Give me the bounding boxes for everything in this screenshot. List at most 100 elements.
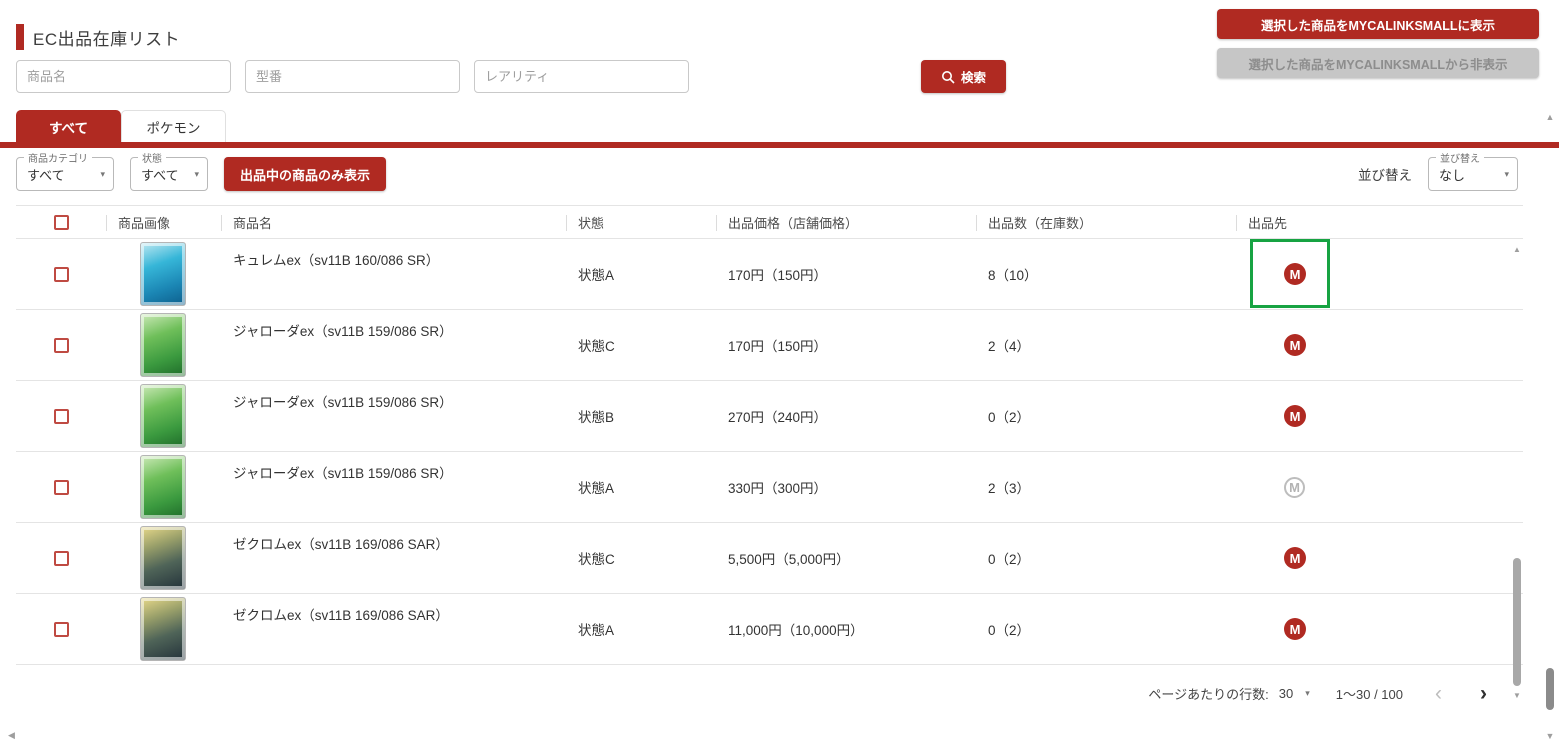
- card-thumbnail: [140, 455, 186, 519]
- next-page-button[interactable]: ›: [1474, 683, 1493, 704]
- column-header-condition: 状態: [566, 206, 716, 238]
- product-price: 11,000円（10,000円）: [716, 594, 976, 664]
- chevron-down-icon: ▾: [194, 169, 199, 180]
- row-checkbox-cell: [16, 523, 106, 593]
- table-scrollbar-thumb[interactable]: [1513, 558, 1521, 686]
- rows-per-page-label: ページあたりの行数:: [1148, 684, 1268, 703]
- card-thumbnail: [140, 242, 186, 306]
- condition-select[interactable]: 状態 すべて ▾: [130, 157, 208, 191]
- listed-only-button[interactable]: 出品中の商品のみ表示: [224, 157, 386, 191]
- table-header-checkbox-cell: [16, 206, 106, 238]
- product-name-input[interactable]: [16, 60, 231, 93]
- condition-select-value: すべて: [141, 165, 179, 184]
- table-body: キュレムex（sv11B 160/086 SR） 状態A 170円（150円） …: [16, 239, 1523, 665]
- scroll-up-icon[interactable]: ▲: [1543, 112, 1557, 122]
- card-thumbnail: [140, 384, 186, 448]
- row-image-cell: [106, 310, 221, 380]
- table-header-row: 商品画像 商品名 状態 出品価格（店舗価格） 出品数（在庫数） 出品先: [16, 205, 1523, 239]
- page-scrollbar: ▲ ▼: [1543, 0, 1557, 747]
- product-name: ジャローダex（sv11B 159/086 SR）: [221, 310, 566, 380]
- page-range-text: 1〜30 / 100: [1336, 684, 1403, 703]
- product-quantity: 0（2）: [976, 381, 1236, 451]
- product-name: ゼクロムex（sv11B 169/086 SAR）: [221, 594, 566, 664]
- hide-from-mall-button[interactable]: 選択した商品をMYCALINKSMALLから非表示: [1217, 48, 1539, 78]
- destination-cell: M: [1236, 310, 1523, 380]
- product-price: 270円（240円）: [716, 381, 976, 451]
- tab-all[interactable]: すべて: [16, 110, 121, 142]
- column-header-price: 出品価格（店舗価格）: [716, 206, 976, 238]
- scroll-left-icon[interactable]: ◀: [8, 730, 15, 741]
- row-checkbox[interactable]: [54, 409, 69, 424]
- rows-per-page: ページあたりの行数: 30 ▾: [1148, 684, 1309, 703]
- product-price: 170円（150円）: [716, 310, 976, 380]
- row-image-cell: [106, 239, 221, 309]
- column-header-destination: 出品先: [1236, 206, 1523, 238]
- sort-select[interactable]: 並び替え なし ▾: [1428, 157, 1518, 191]
- table-row: ゼクロムex（sv11B 169/086 SAR） 状態A 11,000円（10…: [16, 594, 1523, 665]
- select-all-checkbox[interactable]: [54, 215, 69, 230]
- column-header-image: 商品画像: [106, 206, 221, 238]
- product-condition: 状態A: [566, 452, 716, 522]
- destination-cell: M: [1236, 239, 1523, 309]
- destination-badge[interactable]: M: [1284, 405, 1306, 427]
- product-price: 170円（150円）: [716, 239, 976, 309]
- destination-badge[interactable]: M: [1284, 263, 1306, 285]
- header-actions: 選択した商品をMYCALINKSMALLに表示 選択した商品をMYCALINKS…: [1217, 9, 1539, 78]
- row-image-cell: [106, 452, 221, 522]
- product-condition: 状態A: [566, 594, 716, 664]
- card-thumbnail: [140, 597, 186, 661]
- table-row: ジャローダex（sv11B 159/086 SR） 状態A 330円（300円）…: [16, 452, 1523, 523]
- row-image-cell: [106, 381, 221, 451]
- page-scrollbar-thumb[interactable]: [1546, 668, 1554, 710]
- row-checkbox[interactable]: [54, 267, 69, 282]
- category-tabs: すべて ポケモン: [16, 110, 226, 142]
- destination-badge[interactable]: M: [1284, 334, 1306, 356]
- scroll-down-icon[interactable]: ▼: [1543, 731, 1557, 741]
- chevron-down-icon: ▾: [100, 169, 105, 180]
- row-checkbox[interactable]: [54, 551, 69, 566]
- product-name: キュレムex（sv11B 160/086 SR）: [221, 239, 566, 309]
- previous-page-button[interactable]: ‹: [1429, 683, 1448, 704]
- tab-pokemon[interactable]: ポケモン: [121, 110, 226, 142]
- row-checkbox[interactable]: [54, 338, 69, 353]
- page-title: EC出品在庫リスト: [33, 25, 180, 50]
- title-accent-bar: [16, 24, 24, 50]
- search-button-label: 検索: [961, 67, 986, 86]
- sort-text: 並び替え: [1358, 164, 1412, 184]
- column-header-name: 商品名: [221, 206, 566, 238]
- product-price: 330円（300円）: [716, 452, 976, 522]
- product-condition: 状態A: [566, 239, 716, 309]
- search-icon: [941, 70, 955, 84]
- product-quantity: 2（4）: [976, 310, 1236, 380]
- condition-select-label: 状態: [138, 150, 166, 165]
- product-condition: 状態C: [566, 310, 716, 380]
- chevron-down-icon: ▾: [1504, 169, 1509, 180]
- show-on-mall-button[interactable]: 選択した商品をMYCALINKSMALLに表示: [1217, 9, 1539, 39]
- rows-per-page-select[interactable]: 30 ▾: [1279, 686, 1310, 701]
- rarity-input[interactable]: [474, 60, 689, 93]
- search-button[interactable]: 検索: [921, 60, 1006, 93]
- filter-row: 商品カテゴリ すべて ▾ 状態 すべて ▾ 出品中の商品のみ表示: [16, 157, 386, 191]
- table-row: ゼクロムex（sv11B 169/086 SAR） 状態C 5,500円（5,0…: [16, 523, 1523, 594]
- row-checkbox[interactable]: [54, 622, 69, 637]
- row-checkbox[interactable]: [54, 480, 69, 495]
- product-condition: 状態C: [566, 523, 716, 593]
- table-scrollbar: ▲ ▼: [1512, 245, 1522, 700]
- category-select[interactable]: 商品カテゴリ すべて ▾: [16, 157, 114, 191]
- destination-badge[interactable]: M: [1284, 618, 1306, 640]
- card-thumbnail: [140, 526, 186, 590]
- row-checkbox-cell: [16, 594, 106, 664]
- model-number-input[interactable]: [245, 60, 460, 93]
- destination-badge[interactable]: M: [1284, 477, 1305, 498]
- card-thumbnail: [140, 313, 186, 377]
- table-row: ジャローダex（sv11B 159/086 SR） 状態B 270円（240円）…: [16, 381, 1523, 452]
- scroll-up-icon[interactable]: ▲: [1512, 245, 1522, 254]
- tab-accent-bar: [0, 142, 1559, 148]
- page-header: EC出品在庫リスト: [16, 24, 180, 50]
- sort-select-label: 並び替え: [1436, 150, 1484, 165]
- product-quantity: 8（10）: [976, 239, 1236, 309]
- destination-badge[interactable]: M: [1284, 547, 1306, 569]
- row-checkbox-cell: [16, 239, 106, 309]
- product-price: 5,500円（5,000円）: [716, 523, 976, 593]
- scroll-down-icon[interactable]: ▼: [1512, 691, 1522, 700]
